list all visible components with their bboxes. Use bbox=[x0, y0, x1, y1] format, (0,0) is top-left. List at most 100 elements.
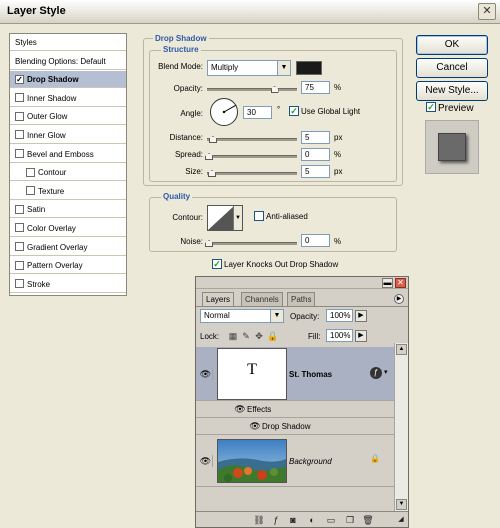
lock-position-icon[interactable]: ✥ bbox=[254, 331, 264, 341]
style-item-texture[interactable]: Texture bbox=[10, 183, 126, 200]
style-item-label: Blending Options: Default bbox=[15, 56, 106, 66]
fill-field[interactable]: 100% bbox=[326, 329, 353, 342]
check-icon[interactable]: ✓ bbox=[15, 74, 24, 84]
link-icon[interactable]: ⛓ bbox=[253, 514, 265, 526]
effects-row[interactable]: 👁 Effects bbox=[196, 401, 394, 418]
style-item-stroke[interactable]: Stroke bbox=[10, 276, 126, 293]
style-item-label: Satin bbox=[27, 205, 46, 215]
ok-button[interactable]: OK bbox=[416, 35, 488, 55]
new-style-button[interactable]: New Style... bbox=[416, 81, 488, 101]
layer-name: St. Thomas bbox=[289, 370, 333, 379]
style-item-bevel-and-emboss[interactable]: Bevel and Emboss bbox=[10, 146, 126, 163]
tab-channels[interactable]: Channels bbox=[241, 292, 283, 306]
new-group-icon[interactable]: ▭ bbox=[325, 514, 337, 526]
checkbox-icon[interactable] bbox=[15, 130, 24, 140]
add-mask-icon[interactable]: ◙ bbox=[287, 514, 299, 526]
spread-field[interactable]: 0 bbox=[301, 148, 330, 161]
style-item-satin[interactable]: Satin bbox=[10, 201, 126, 219]
checkbox-icon[interactable] bbox=[15, 241, 24, 251]
adjustment-layer-icon[interactable]: ◐ bbox=[306, 514, 318, 526]
style-item-blending-options-default[interactable]: Blending Options: Default bbox=[10, 53, 126, 70]
size-field[interactable]: 5 bbox=[301, 165, 330, 178]
new-layer-icon[interactable]: ❐ bbox=[344, 514, 356, 526]
checkbox-icon[interactable] bbox=[15, 148, 24, 158]
preview-checkbox[interactable]: ✓ Preview bbox=[426, 102, 474, 114]
opacity-arrow-icon[interactable]: ▶ bbox=[355, 310, 367, 322]
style-item-drop-shadow[interactable]: ✓ Drop Shadow bbox=[10, 71, 126, 89]
lock-all-icon[interactable]: 🔒 bbox=[267, 331, 278, 341]
layer-opacity-field[interactable]: 100% bbox=[326, 309, 353, 322]
checkbox-icon[interactable] bbox=[15, 93, 24, 103]
blend-mode-select[interactable]: Multiply ▼ bbox=[207, 60, 291, 76]
layer-blend-mode-select[interactable]: Normal ▼ bbox=[200, 309, 284, 323]
effects-eye-icon[interactable]: 👁 bbox=[233, 403, 247, 415]
delete-layer-icon[interactable]: 🗑 bbox=[362, 514, 374, 526]
minimize-icon[interactable]: ▬ bbox=[382, 278, 393, 288]
distance-field[interactable]: 5 bbox=[301, 131, 330, 144]
layer-thumbnail: T bbox=[217, 348, 287, 400]
close-icon[interactable]: ✕ bbox=[395, 278, 406, 288]
checkbox-icon[interactable] bbox=[15, 223, 24, 233]
angle-field[interactable]: 30 bbox=[243, 106, 272, 119]
cancel-button[interactable]: Cancel bbox=[416, 58, 488, 78]
style-item-inner-glow[interactable]: Inner Glow bbox=[10, 127, 126, 144]
size-slider[interactable] bbox=[207, 170, 297, 177]
checkbox-icon[interactable] bbox=[26, 167, 35, 177]
opacity-slider-thumb[interactable] bbox=[270, 86, 279, 93]
style-item-gradient-overlay[interactable]: Gradient Overlay bbox=[10, 239, 126, 256]
anti-aliased-checkbox[interactable]: Anti-aliased bbox=[254, 211, 308, 222]
layer-row-background[interactable]: 👁 Background 🔒 bbox=[196, 435, 394, 487]
close-button[interactable]: ✕ bbox=[478, 3, 496, 20]
spread-slider[interactable] bbox=[205, 153, 297, 160]
checkbox-icon[interactable] bbox=[15, 111, 24, 121]
palette-title-bar[interactable]: ▬ ✕ bbox=[196, 277, 408, 289]
distance-slider-thumb[interactable] bbox=[209, 136, 217, 143]
scroll-up-icon[interactable]: ▲ bbox=[396, 344, 407, 355]
style-item-pattern-overlay[interactable]: Pattern Overlay bbox=[10, 257, 126, 275]
size-slider-thumb[interactable] bbox=[208, 170, 216, 177]
add-style-icon[interactable]: ƒ bbox=[270, 514, 282, 526]
expand-triangle-icon[interactable]: ▾ bbox=[384, 368, 388, 376]
checkbox-icon[interactable] bbox=[26, 186, 35, 196]
layer-opacity-label: Opacity: bbox=[290, 312, 320, 321]
drop-shadow-eye-icon[interactable]: 👁 bbox=[248, 420, 262, 432]
scroll-down-icon[interactable]: ▼ bbox=[396, 499, 407, 510]
noise-slider-thumb[interactable] bbox=[205, 240, 213, 247]
style-item-label: Stroke bbox=[27, 279, 51, 289]
check-icon: ✓ bbox=[426, 102, 436, 113]
spread-slider-thumb[interactable] bbox=[205, 153, 213, 160]
tab-layers[interactable]: Layers bbox=[202, 292, 235, 307]
checkbox-icon[interactable] bbox=[15, 279, 24, 289]
fill-arrow-icon[interactable]: ▶ bbox=[355, 330, 367, 342]
distance-slider[interactable] bbox=[207, 136, 297, 143]
style-item-styles[interactable]: Styles bbox=[10, 34, 126, 51]
layer-row-st-thomas[interactable]: 👁 T St. Thomas ƒ ▾ bbox=[196, 347, 394, 401]
opacity-slider[interactable] bbox=[207, 86, 297, 93]
layers-scrollbar[interactable]: ▲ ▼ bbox=[394, 343, 408, 511]
noise-field[interactable]: 0 bbox=[301, 234, 330, 247]
noise-slider[interactable] bbox=[205, 240, 297, 247]
contour-picker[interactable]: ▼ bbox=[207, 205, 243, 231]
style-item-contour[interactable]: Contour bbox=[10, 164, 126, 182]
opacity-unit: % bbox=[334, 83, 342, 92]
opacity-field[interactable]: 75 bbox=[301, 81, 330, 94]
lock-transparent-icon[interactable]: ▦ bbox=[228, 331, 238, 341]
use-global-light-checkbox[interactable]: ✓ Use Global Light bbox=[289, 106, 360, 117]
angle-dial[interactable] bbox=[209, 97, 239, 127]
style-item-outer-glow[interactable]: Outer Glow bbox=[10, 108, 126, 126]
lock-image-icon[interactable]: ✎ bbox=[241, 331, 251, 341]
knockout-checkbox[interactable]: ✓ Layer Knocks Out Drop Shadow bbox=[212, 259, 338, 270]
style-item-color-overlay[interactable]: Color Overlay bbox=[10, 220, 126, 237]
effects-badge-icon[interactable]: ƒ bbox=[370, 367, 382, 379]
palette-menu-icon[interactable]: ▶ bbox=[394, 294, 404, 304]
checkbox-icon[interactable] bbox=[15, 204, 24, 214]
tab-paths[interactable]: Paths bbox=[287, 292, 316, 306]
style-item-inner-shadow[interactable]: Inner Shadow bbox=[10, 90, 126, 107]
resize-grip-icon[interactable]: ◢ bbox=[395, 514, 407, 526]
lock-label: Lock: bbox=[200, 332, 220, 341]
checkbox-icon[interactable] bbox=[15, 260, 24, 270]
visibility-eye-icon[interactable]: 👁 bbox=[199, 368, 213, 380]
effect-drop-shadow-row[interactable]: 👁 Drop Shadow bbox=[196, 418, 394, 435]
visibility-eye-icon[interactable]: 👁 bbox=[199, 455, 213, 467]
shadow-color-swatch[interactable] bbox=[296, 61, 322, 75]
